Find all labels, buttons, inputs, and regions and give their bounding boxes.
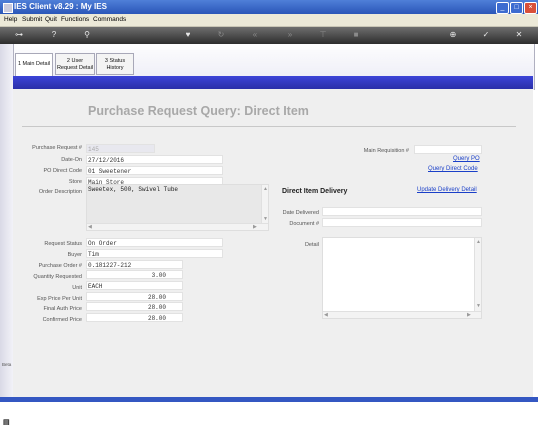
window-bottom-border bbox=[0, 397, 538, 402]
tab-header-bar bbox=[13, 76, 533, 89]
search-icon[interactable]: ⚲ bbox=[82, 30, 92, 40]
close-window-button[interactable]: × bbox=[524, 2, 537, 14]
fast-forward-icon[interactable]: » bbox=[285, 30, 295, 40]
menu-bar: Help Submit Quit Functions Commands bbox=[0, 14, 538, 27]
query-po-link[interactable]: Query PO bbox=[453, 156, 480, 162]
tab-user-request-detail[interactable]: 2 User Request Detail bbox=[55, 53, 95, 75]
purchase-request-label: Purchase Request # bbox=[32, 145, 82, 151]
confirmed-price-label: Confirmed Price bbox=[42, 317, 82, 323]
detail-label: Detail bbox=[304, 242, 319, 248]
refresh-icon[interactable]: ↻ bbox=[216, 30, 226, 40]
detail-textarea[interactable]: ▲ ▼ ◀ ▶ bbox=[322, 237, 482, 319]
po-direct-code-label: PO Direct Code bbox=[43, 168, 82, 174]
order-description-label: Order Description bbox=[38, 189, 82, 195]
unit-label: Unit bbox=[72, 285, 82, 291]
order-description-vscroll[interactable]: ▲ ▼ bbox=[261, 185, 268, 224]
check-icon[interactable]: ✓ bbox=[481, 30, 491, 40]
document-field[interactable] bbox=[322, 218, 482, 227]
date-delivered-field[interactable] bbox=[322, 207, 482, 216]
purchase-order-field[interactable]: 0.181227-212 bbox=[86, 260, 183, 269]
main-requisition-field[interactable] bbox=[414, 145, 482, 154]
unit-field[interactable]: EACH bbox=[86, 281, 183, 290]
help-icon[interactable]: ? bbox=[49, 30, 59, 40]
menu-quit[interactable]: Quit bbox=[45, 16, 57, 23]
stop-icon[interactable]: ■ bbox=[351, 30, 361, 40]
quantity-requested-label: Quantity Requested bbox=[33, 274, 82, 280]
tab-main-detail[interactable]: 1 Main Detail bbox=[15, 53, 53, 77]
direct-item-delivery-heading: Direct Item Delivery bbox=[282, 188, 348, 195]
purchase-order-label: Purchase Order # bbox=[38, 263, 82, 269]
exp-price-label: Exp Price Per Unit bbox=[37, 296, 82, 302]
document-label: Document # bbox=[289, 221, 319, 227]
left-rail-text: Beta bbox=[2, 362, 12, 367]
key-icon[interactable]: ⊶ bbox=[11, 30, 27, 40]
buyer-field[interactable]: Tim bbox=[86, 249, 223, 258]
add-icon[interactable]: ⊕ bbox=[448, 30, 458, 40]
title-divider bbox=[22, 126, 516, 127]
po-direct-code-field[interactable]: 01 Sweetener bbox=[86, 166, 223, 175]
tab-main-detail-label: 1 Main Detail bbox=[17, 61, 51, 67]
exp-price-field[interactable]: 28.00 bbox=[86, 292, 183, 301]
date-delivered-label: Date Delivered bbox=[282, 210, 319, 216]
maximize-button[interactable]: □ bbox=[510, 2, 523, 14]
detail-vscroll[interactable]: ▲ ▼ bbox=[474, 238, 481, 311]
detail-hscroll[interactable]: ◀ ▶ bbox=[323, 311, 481, 318]
menu-functions[interactable]: Functions bbox=[61, 16, 89, 23]
minimize-button[interactable]: _ bbox=[496, 2, 509, 14]
document-icon[interactable]: ▤ bbox=[3, 418, 10, 426]
rewind-icon[interactable]: « bbox=[250, 30, 260, 40]
quantity-requested-field[interactable]: 3.00 bbox=[86, 270, 183, 279]
order-description-text: Sweetex, 500, Swivel Tube bbox=[88, 186, 179, 193]
final-auth-price-label: Final Auth Price bbox=[43, 306, 82, 312]
purchase-request-field: 145 bbox=[86, 144, 155, 153]
app-icon bbox=[3, 3, 13, 13]
final-auth-price-field[interactable]: 28.00 bbox=[86, 302, 183, 311]
page-title: Purchase Request Query: Direct Item bbox=[88, 104, 309, 118]
date-on-field[interactable]: 27/12/2016 bbox=[86, 155, 223, 164]
update-delivery-detail-link[interactable]: Update Delivery Detail bbox=[417, 187, 477, 193]
tab-user-request-detail-label: 2 User Request Detail bbox=[56, 58, 94, 71]
request-status-field[interactable]: On Order bbox=[86, 238, 223, 247]
date-on-label: Date-On bbox=[61, 157, 82, 163]
filter-icon[interactable]: ⊤ bbox=[318, 30, 328, 40]
menu-commands[interactable]: Commands bbox=[93, 16, 126, 23]
left-rail: Beta ▤ bbox=[0, 44, 14, 426]
query-direct-code-link[interactable]: Query Direct Code bbox=[428, 166, 478, 172]
store-label: Store bbox=[68, 179, 82, 185]
menu-help[interactable]: Help bbox=[4, 16, 17, 23]
toolbar: ⊶ ? ⚲ ♥ ↻ « » ⊤ ■ ⊕ ✓ ✕ bbox=[0, 27, 538, 44]
confirmed-price-field[interactable]: 28.00 bbox=[86, 313, 183, 322]
buyer-label: Buyer bbox=[67, 252, 82, 258]
main-requisition-label: Main Requisition # bbox=[363, 148, 409, 154]
heart-icon[interactable]: ♥ bbox=[183, 30, 193, 40]
window-title: IES Client v8.29 : My IES bbox=[14, 2, 107, 11]
order-description-hscroll[interactable]: ◀ ▶ bbox=[87, 223, 268, 230]
tab-status-history-label: 3 Status History bbox=[104, 58, 126, 71]
title-bar: IES Client v8.29 : My IES _ □ × bbox=[0, 0, 538, 14]
tab-status-history[interactable]: 3 Status History bbox=[96, 53, 134, 75]
close-icon[interactable]: ✕ bbox=[514, 30, 524, 40]
order-description-textarea[interactable]: Sweetex, 500, Swivel Tube ▲ ▼ ◀ ▶ bbox=[86, 184, 269, 231]
menu-submit[interactable]: Submit bbox=[22, 16, 42, 23]
request-status-label: Request Status bbox=[44, 241, 82, 247]
